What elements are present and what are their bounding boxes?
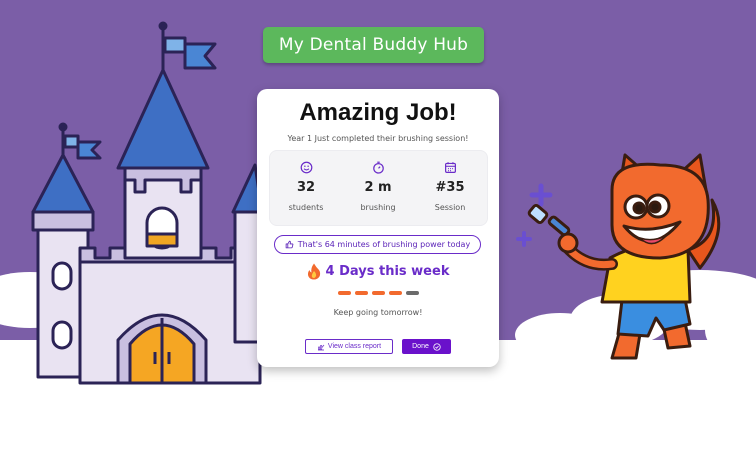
view-class-report-button[interactable]: View class report [305, 339, 393, 354]
stat-students: 32 students [270, 151, 342, 225]
streak-text: 4 Days this week [325, 264, 450, 279]
streak-day-dot [355, 291, 368, 295]
fire-icon [307, 263, 321, 280]
stopwatch-icon [342, 161, 414, 175]
view-class-report-label: View class report [327, 343, 382, 350]
streak-row: 4 Days this week [257, 263, 499, 280]
stat-value: 2 m [364, 180, 392, 195]
streak-day-dot [372, 291, 385, 295]
stat-brushing: 2 m brushing [342, 151, 414, 225]
stats-panel: 32 students 2 m brushing #35 Session [269, 150, 488, 226]
keep-going-text: Keep going tomorrow! [333, 308, 423, 317]
stat-label: Session [434, 203, 466, 212]
stat-label: brushing [360, 203, 396, 212]
check-circle-icon [433, 342, 441, 351]
castle-illustration [31, 21, 264, 385]
done-label: Done [412, 343, 429, 350]
stat-value: #35 [435, 180, 465, 195]
stat-label: students [288, 203, 324, 212]
done-button[interactable]: Done [402, 339, 451, 354]
chart-icon [317, 343, 325, 351]
stat-value: 32 [296, 180, 316, 195]
streak-day-dot [406, 291, 419, 295]
dental-buddy-hub-button[interactable]: My Dental Buddy Hub [263, 27, 484, 63]
brushing-power-text: That's 64 minutes of brushing power toda… [297, 240, 471, 249]
card-subtitle: Year 1 Just completed their brushing ses… [287, 134, 469, 143]
session-complete-card: Amazing Job! Year 1 Just completed their… [257, 89, 499, 367]
streak-progress [338, 291, 419, 295]
streak-day-dot [338, 291, 351, 295]
thumbs-up-icon [285, 240, 294, 249]
streak-day-dot [389, 291, 402, 295]
calendar-icon [414, 161, 486, 175]
smiley-icon [270, 161, 342, 175]
card-title: Amazing Job! [299, 99, 457, 126]
stat-session: #35 Session [414, 151, 486, 225]
brushing-power-pill: That's 64 minutes of brushing power toda… [274, 235, 481, 254]
